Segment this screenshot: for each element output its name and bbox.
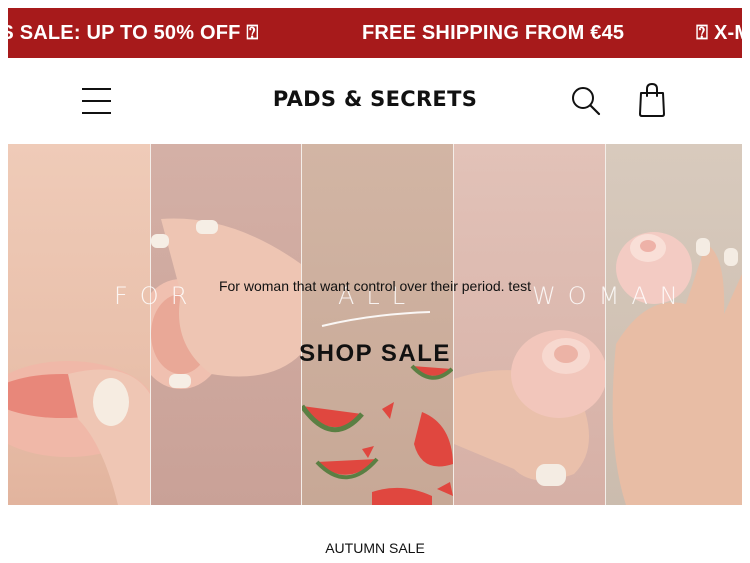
hero-image-panel bbox=[606, 144, 742, 505]
hero-banner[interactable]: FOR ALL WOMAN For woman that want contro… bbox=[8, 144, 742, 505]
shopping-bag-icon[interactable] bbox=[636, 82, 668, 118]
announcement-bar: IAS SALE: UP TO 50% OFF ⍰ FREE SHIPPING … bbox=[8, 8, 742, 58]
panel-divider bbox=[301, 144, 302, 505]
hero-image-panel bbox=[454, 144, 605, 505]
panel-divider bbox=[605, 144, 606, 505]
section-heading: AUTUMN SALE bbox=[325, 540, 425, 556]
shop-sale-button[interactable]: SHOP SALE bbox=[8, 340, 742, 368]
announcement-message: FREE SHIPPING FROM €45 bbox=[362, 22, 625, 44]
site-header: PADS & SECRETS bbox=[8, 58, 742, 144]
hero-image-panel bbox=[151, 144, 301, 505]
panel-divider bbox=[150, 144, 151, 505]
announcement-message: IAS SALE: UP TO 50% OFF ⍰ bbox=[8, 22, 259, 44]
hero-tagline: For woman that want control over their p… bbox=[218, 278, 532, 294]
hero-image-panel bbox=[8, 144, 150, 505]
hero-image-panel bbox=[302, 144, 453, 505]
announcement-track: IAS SALE: UP TO 50% OFF ⍰ FREE SHIPPING … bbox=[8, 8, 742, 58]
announcement-message: ⍰ X-MAS SALE: UP TO 50% OFF bbox=[696, 22, 742, 44]
logo-link[interactable]: PADS & SECRETS bbox=[273, 87, 477, 111]
site-logo: PADS & SECRETS bbox=[8, 87, 742, 111]
panel-divider bbox=[453, 144, 454, 505]
search-icon[interactable] bbox=[570, 85, 602, 117]
